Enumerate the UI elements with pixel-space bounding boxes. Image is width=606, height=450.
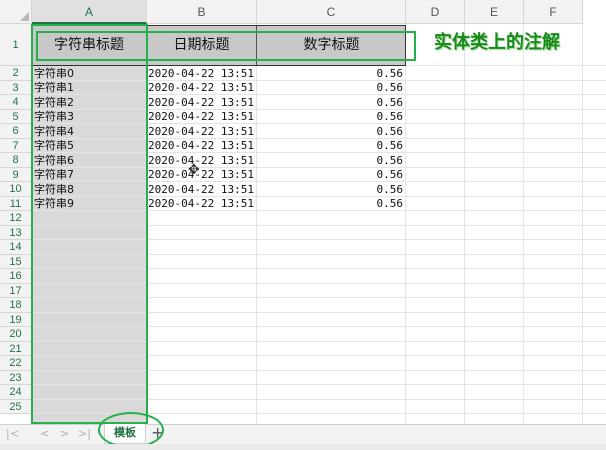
prev-sheet-icon[interactable]: < bbox=[40, 427, 49, 440]
row-header[interactable]: 21 bbox=[0, 341, 32, 356]
column-header-b[interactable]: B bbox=[147, 0, 257, 24]
row-header[interactable]: 15 bbox=[0, 254, 32, 269]
next-sheet-icon[interactable]: > bbox=[60, 427, 69, 440]
cell-number[interactable]: 0.56 bbox=[260, 125, 404, 139]
cell-number[interactable]: 0.56 bbox=[260, 110, 404, 124]
row-header[interactable]: 13 bbox=[0, 225, 32, 240]
move-cursor-icon: ✥ bbox=[188, 162, 200, 178]
row-header[interactable]: 20 bbox=[0, 327, 32, 342]
cell-number[interactable]: 0.56 bbox=[260, 197, 404, 211]
row-header[interactable]: 10 bbox=[0, 182, 32, 197]
column-header-c[interactable]: C bbox=[257, 0, 406, 24]
cell-date[interactable]: 2020-04-22 13:51: bbox=[148, 67, 256, 81]
select-all-corner[interactable] bbox=[0, 0, 32, 24]
spreadsheet-grid: 字符串标题 日期标题 数字标题 字符串0 2020-04-22 13:51: 0.5… bbox=[0, 0, 606, 424]
row-header[interactable]: 14 bbox=[0, 240, 32, 255]
cell-number[interactable]: 0.56 bbox=[260, 81, 404, 95]
cell-date[interactable]: 2020-04-22 13:51: bbox=[148, 125, 256, 139]
column-header-f[interactable]: F bbox=[524, 0, 583, 24]
row-header[interactable]: 1 bbox=[0, 24, 32, 66]
row-header[interactable]: 16 bbox=[0, 269, 32, 284]
row-header[interactable]: 5 bbox=[0, 109, 32, 124]
row-header[interactable]: 12 bbox=[0, 211, 32, 226]
row-header[interactable]: 25 bbox=[0, 399, 32, 414]
cell-date[interactable]: 2020-04-22 13:51: bbox=[148, 168, 256, 182]
cell-date[interactable]: 2020-04-22 13:51: bbox=[148, 81, 256, 95]
column-header-e[interactable]: E bbox=[465, 0, 524, 24]
row-header[interactable]: 19 bbox=[0, 312, 32, 327]
row-header[interactable]: 23 bbox=[0, 370, 32, 385]
cell-number[interactable]: 0.56 bbox=[260, 67, 404, 81]
header-highlight-box bbox=[36, 31, 416, 61]
cell-date[interactable]: 2020-04-22 13:51: bbox=[148, 139, 256, 153]
cell-number[interactable]: 0.56 bbox=[260, 183, 404, 197]
cell-number[interactable]: 0.56 bbox=[260, 168, 404, 182]
column-header-a[interactable]: A bbox=[32, 0, 147, 24]
row-header[interactable]: 24 bbox=[0, 385, 32, 400]
row-header[interactable]: 3 bbox=[0, 80, 32, 95]
row-header[interactable]: 2 bbox=[0, 66, 32, 81]
cell-date[interactable]: 2020-04-22 13:51: bbox=[148, 183, 256, 197]
last-sheet-icon[interactable]: >| bbox=[78, 427, 91, 440]
cell-date[interactable]: 2020-04-22 13:51: bbox=[148, 96, 256, 110]
first-sheet-icon[interactable]: |< bbox=[6, 427, 19, 440]
cell-number[interactable]: 0.56 bbox=[260, 139, 404, 153]
column-a-highlight-box bbox=[31, 24, 148, 424]
row-header[interactable]: 8 bbox=[0, 153, 32, 168]
cell-date[interactable]: 2020-04-22 13:51: bbox=[148, 154, 256, 168]
row-header[interactable]: 4 bbox=[0, 95, 32, 110]
row-header[interactable]: 17 bbox=[0, 283, 32, 298]
row-header[interactable]: 7 bbox=[0, 138, 32, 153]
cell-date[interactable]: 2020-04-22 13:51: bbox=[148, 197, 256, 211]
sheet-tab-highlight-ellipse bbox=[98, 412, 164, 448]
status-bar bbox=[0, 444, 606, 450]
cell-number[interactable]: 0.56 bbox=[260, 96, 404, 110]
row-header[interactable]: 22 bbox=[0, 356, 32, 371]
cell-number[interactable]: 0.56 bbox=[260, 154, 404, 168]
cell-date[interactable]: 2020-04-22 13:51: bbox=[148, 110, 256, 124]
row-header[interactable]: 11 bbox=[0, 196, 32, 211]
row-header[interactable]: 6 bbox=[0, 124, 32, 139]
annotation-label: 实体类上的注解 bbox=[434, 32, 560, 53]
column-header-d[interactable]: D bbox=[406, 0, 465, 24]
select-all-triangle-icon bbox=[20, 12, 29, 21]
row-header[interactable]: 18 bbox=[0, 298, 32, 313]
row-header[interactable]: 9 bbox=[0, 167, 32, 182]
